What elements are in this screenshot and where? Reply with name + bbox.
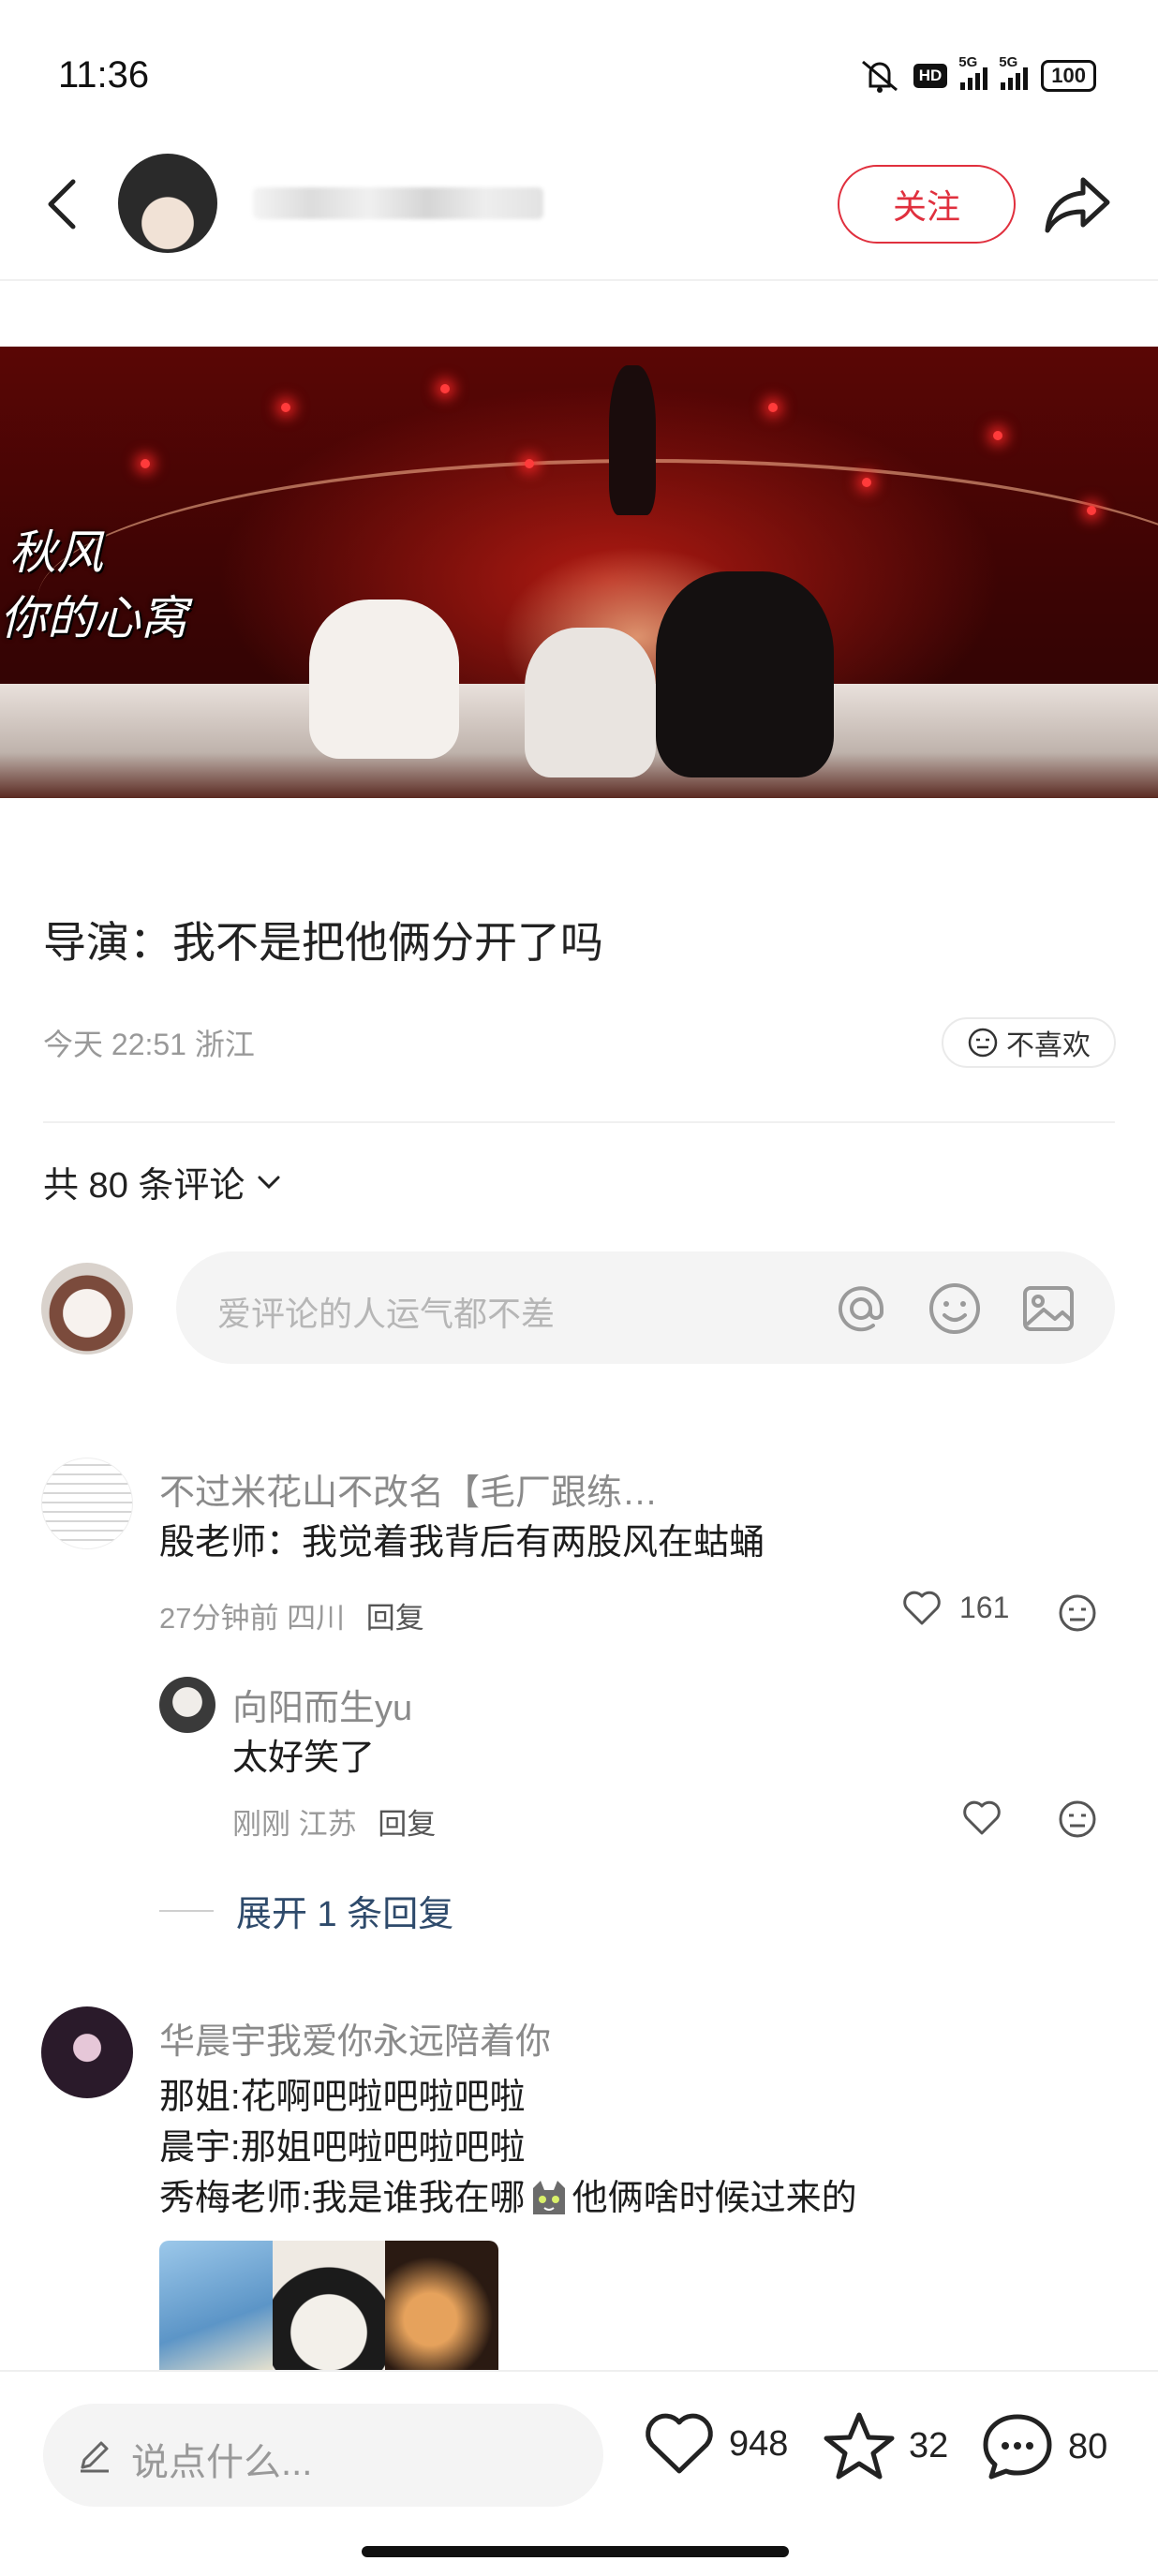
pencil-icon [81,2441,109,2473]
favorite-button[interactable]: 32 [823,2411,948,2480]
expand-replies-button[interactable]: 展开 1 条回复 [159,1885,453,1936]
stage-light [440,384,450,393]
reply-time: 刚刚 [232,1808,290,1841]
status-time: 11:36 [58,54,150,96]
reply-location: 江苏 [298,1808,357,1841]
author-name-blurred[interactable] [253,187,543,219]
replier-avatar[interactable] [159,1677,215,1733]
stage-light [141,459,150,468]
comment-input[interactable]: 爱评论的人运气都不差 [176,1251,1115,1364]
comment-sort-toggle[interactable]: 共 80 条评论 [43,1156,282,1207]
comment-image-panel [272,2241,386,2372]
comment-like-button[interactable]: 161 [901,1589,1009,1626]
comment-time: 27分钟前 [159,1602,279,1635]
comment-text-line[interactable]: 那姐:花啊吧啦吧啦吧啦 [159,2072,526,2123]
dislike-button[interactable]: 不喜欢 [942,1017,1116,1068]
post-image[interactable]: 秋风 你的心窝 [0,347,1158,798]
chevron-down-icon [258,1176,280,1189]
comment-image-panel [159,2241,273,2372]
bottom-action-bar: 说点什么... 948 32 80 [0,2370,1158,2576]
author-avatar[interactable] [118,154,217,253]
battery-icon: 100 [1041,60,1096,92]
like-count: 948 [729,2423,789,2464]
home-indicator[interactable] [362,2546,789,2557]
judge-figure-right [656,571,834,777]
comment-location: 四川 [287,1602,346,1635]
reply-reply-button[interactable]: 回复 [378,1808,436,1841]
cat-emoji-icon [532,2181,565,2214]
my-avatar[interactable] [41,1263,133,1355]
stage-light [993,431,1002,440]
signal-icon-2: 5G [999,54,1029,90]
follow-button[interactable]: 关注 [838,165,1016,244]
stage-light [768,403,778,412]
post-header: 关注 [0,141,1158,281]
comment-image-panel [385,2241,498,2372]
chevron-left-icon [48,179,76,229]
comment-text-part: 秀梅老师:我是谁我在哪 [159,2179,526,2218]
judge-figure-center [525,628,656,777]
say-something-input[interactable]: 说点什么... [43,2404,603,2507]
emoji-icon[interactable] [926,1280,984,1338]
reply-button[interactable]: 回复 [366,1602,424,1635]
stage-light [525,459,534,468]
dislike-label: 不喜欢 [1006,1030,1091,1061]
commenter-avatar[interactable] [41,2006,133,2098]
image-picker-icon[interactable] [1019,1280,1077,1338]
chat-bubble-icon [983,2414,1052,2480]
status-icons: HD 5G 5G 100 [859,54,1096,94]
post-title: 导演：我不是把他俩分开了吗 [43,918,603,967]
reply-dislike-icon[interactable] [1057,1799,1098,1840]
comment-text-line[interactable]: 晨宇:那姐吧啦吧啦吧啦 [159,2123,526,2173]
back-button[interactable] [34,176,90,232]
stage-light [862,478,871,487]
hd-badge: HD [913,64,948,88]
comments-button[interactable]: 80 [980,2411,1107,2482]
divider [43,1121,1115,1123]
stage-light [281,403,290,412]
reply-meta: 刚刚 江苏 回复 [232,1800,436,1843]
expand-replies-label: 展开 1 条回复 [236,1895,454,1934]
share-button[interactable] [1042,172,1113,238]
favorite-count: 32 [909,2425,949,2465]
judge-figure-left [309,600,459,759]
video-caption-line2: 你的心窝 [0,591,187,645]
singer-figure [609,365,656,515]
expand-divider [159,1909,214,1912]
video-caption-line1: 秋风 [9,526,103,580]
comment-text-part: 他俩啥时候过来的 [572,2179,857,2218]
comment-text-line[interactable]: 秀梅老师:我是谁我在哪 他俩啥时候过来的 [159,2173,857,2224]
star-icon [824,2412,895,2480]
comment-image[interactable] [159,2241,498,2372]
commenter-name[interactable]: 华晨宇我爱你永远陪着你 [159,2012,551,2064]
mute-icon [861,60,898,93]
stage-light [1087,506,1096,515]
post-meta: 今天 22:51 浙江 [43,1028,255,1061]
status-bar: 11:36 HD 5G 5G 100 [0,0,1158,141]
share-icon [1045,177,1110,233]
heart-icon [903,1591,941,1625]
reply-text[interactable]: 太好笑了 [232,1733,375,1784]
meh-face-icon [968,1028,998,1058]
say-something-placeholder: 说点什么... [131,2442,313,2483]
comment-like-count: 161 [959,1590,1010,1624]
commenter-avatar[interactable] [41,1458,133,1549]
signal-icon: 5G [958,54,988,90]
replier-name[interactable]: 向阳而生yu [232,1679,412,1730]
like-button[interactable]: 948 [643,2411,788,2477]
comment-count-label: 共 80 条评论 [43,1166,245,1206]
comment-dislike-icon[interactable] [1057,1592,1098,1634]
heart-icon[interactable] [961,1799,1002,1836]
commenter-name[interactable]: 不过米花山不改名【毛厂跟练… [159,1463,658,1515]
comments-count: 80 [1068,2426,1108,2466]
mention-icon[interactable] [832,1280,890,1338]
comment-meta: 27分钟前 四川 回复 [159,1594,424,1636]
heart-icon [646,2413,713,2474]
comment-text[interactable]: 殷老师：我觉着我背后有两股风在蛄蛹 [159,1517,765,1568]
comment-input-placeholder: 爱评论的人运气都不差 [217,1295,556,1333]
